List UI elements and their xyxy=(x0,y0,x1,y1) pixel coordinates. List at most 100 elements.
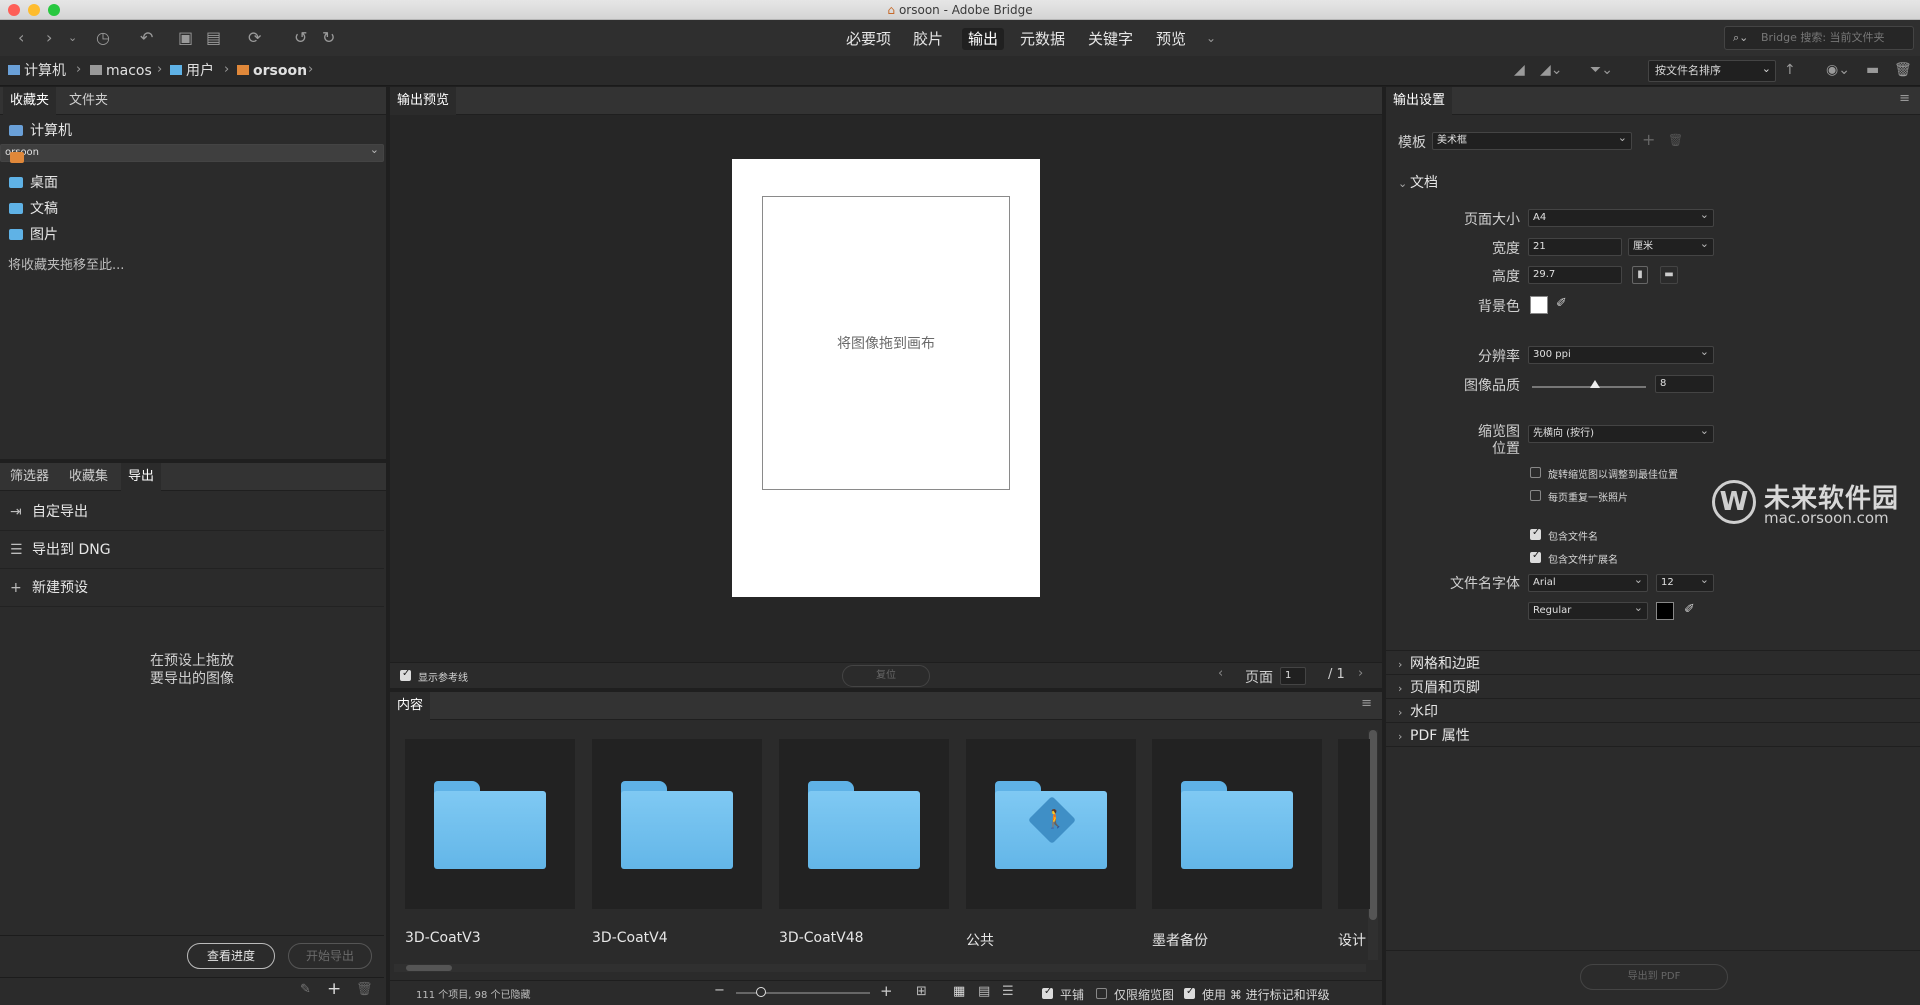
content-scrollbar-thumb[interactable] xyxy=(1369,730,1377,920)
tab-folders[interactable]: 文件夹 xyxy=(62,87,115,115)
font-family-select[interactable]: Arial xyxy=(1528,572,1648,592)
add-icon[interactable]: + xyxy=(327,979,341,999)
grid-lock-icon[interactable]: ⊞ xyxy=(916,984,927,999)
add-template-icon[interactable]: + xyxy=(1642,130,1655,149)
close-window-button[interactable] xyxy=(8,4,20,16)
thumbs-only-checkbox[interactable] xyxy=(1096,988,1107,999)
edit-icon[interactable]: ✎ xyxy=(300,982,311,997)
landscape-orientation-icon[interactable]: ▬ xyxy=(1660,266,1678,284)
thumbnail-view-icon[interactable]: ▦ xyxy=(953,984,965,999)
favorite-desktop[interactable]: 桌面 xyxy=(0,170,384,196)
favorite-pictures[interactable]: 图片 xyxy=(0,222,384,248)
workspace-tab-keywords[interactable]: 关键字 xyxy=(1082,28,1139,50)
export-item-dng[interactable]: ☰ 导出到 DNG xyxy=(0,531,384,569)
page-size-select[interactable]: A4 xyxy=(1528,207,1714,227)
crumb-users[interactable]: 用户 xyxy=(170,62,214,80)
zoom-out-icon[interactable]: − xyxy=(714,983,725,998)
export-item-new-preset[interactable]: + 新建预设 xyxy=(0,569,384,607)
trash-icon[interactable]: 🗑 xyxy=(1894,60,1912,80)
tile-checkbox[interactable] xyxy=(1042,986,1053,999)
height-input[interactable]: 29.7 xyxy=(1528,266,1622,284)
sync-icon[interactable]: ⟳ xyxy=(248,28,261,48)
sort-direction-icon[interactable]: ↑ xyxy=(1784,60,1796,80)
image-quality-slider-handle[interactable] xyxy=(1589,380,1600,388)
section-grid-margins[interactable]: › 网格和边距 xyxy=(1398,653,1480,673)
next-page-icon[interactable]: › xyxy=(1358,666,1363,681)
panel-menu-icon[interactable]: ≡ xyxy=(1361,696,1372,711)
new-folder-icon[interactable]: ▬ xyxy=(1866,60,1879,80)
recent-icon[interactable]: ◷ xyxy=(96,28,110,48)
background-color-swatch[interactable] xyxy=(1530,296,1548,314)
crumb-orsoon[interactable]: orsoon xyxy=(237,62,307,80)
camera-icon[interactable]: ▣ xyxy=(178,28,193,48)
workspace-menu-chevron-icon[interactable]: ⌄ xyxy=(1206,28,1216,48)
image-quality-slider[interactable] xyxy=(1532,380,1646,388)
resolution-select[interactable]: 300 ppi xyxy=(1528,344,1714,364)
zoom-in-icon[interactable]: + xyxy=(880,982,893,1000)
repeat-photo-checkbox[interactable] xyxy=(1530,490,1541,501)
thumbnail-size-slider[interactable] xyxy=(736,987,870,997)
tab-favorites[interactable]: 收藏夹 xyxy=(3,87,57,115)
rating-filter-icon[interactable]: ◢⌄ xyxy=(1540,60,1563,80)
favorite-orsoon[interactable]: orsoon xyxy=(0,142,384,163)
open-recent-icon[interactable]: ◉⌄ xyxy=(1826,60,1850,80)
tab-collections[interactable]: 收藏集 xyxy=(62,463,115,491)
favorite-computer[interactable]: 计算机 xyxy=(0,118,384,144)
section-watermark[interactable]: › 水印 xyxy=(1398,701,1438,721)
content-item-design[interactable] xyxy=(1338,739,1370,909)
start-export-button[interactable]: 开始导出 xyxy=(288,943,372,969)
sort-select[interactable]: 按文件名排序 ⌄ xyxy=(1648,60,1776,82)
preview-canvas[interactable]: 将图像拖到画布 xyxy=(732,159,1040,597)
back-icon[interactable]: ‹ xyxy=(18,28,24,48)
section-document[interactable]: ⌄ 文档 xyxy=(1398,172,1438,192)
width-input[interactable]: 21 xyxy=(1528,238,1622,256)
chevron-down-icon[interactable]: ⌄ xyxy=(68,28,77,48)
show-guides-checkbox[interactable] xyxy=(400,668,411,681)
crumb-macos[interactable]: macos xyxy=(90,62,152,80)
eyedropper-icon[interactable]: ✐ xyxy=(1684,602,1695,617)
reset-button[interactable]: 复位 xyxy=(842,665,930,687)
list-view-icon[interactable]: ☰ xyxy=(1002,984,1014,999)
rotate-left-icon[interactable]: ↺ xyxy=(294,28,307,48)
tab-filters[interactable]: 筛选器 xyxy=(3,463,56,491)
details-view-icon[interactable]: ▤ xyxy=(978,984,990,999)
workspace-tab-preview[interactable]: 预览 xyxy=(1150,28,1192,50)
include-filename-checkbox[interactable] xyxy=(1530,527,1541,540)
zoom-window-button[interactable] xyxy=(48,4,60,16)
thumbnail-size-handle[interactable] xyxy=(756,987,766,997)
use-cmd-checkbox[interactable] xyxy=(1184,986,1195,999)
workspace-tab-output[interactable]: 输出 xyxy=(962,28,1005,50)
panel-menu-icon[interactable]: ≡ xyxy=(1899,91,1910,106)
content-item-3dcoatv3[interactable] xyxy=(405,739,575,909)
previous-page-icon[interactable]: ‹ xyxy=(1218,666,1223,681)
image-quality-input[interactable]: 8 xyxy=(1655,375,1714,393)
tab-export[interactable]: 导出 xyxy=(121,463,162,491)
export-item-custom[interactable]: ⇥ 自定导出 xyxy=(0,493,384,531)
content-item-backup[interactable] xyxy=(1152,739,1322,909)
content-item-public[interactable]: 🚶 xyxy=(966,739,1136,909)
include-extension-checkbox[interactable] xyxy=(1530,550,1541,563)
content-hscrollbar[interactable] xyxy=(394,964,1366,972)
rotate-fit-checkbox[interactable] xyxy=(1530,467,1541,478)
workspace-tab-essentials[interactable]: 必要项 xyxy=(840,28,897,50)
workspace-tab-metadata[interactable]: 元数据 xyxy=(1014,28,1071,50)
delete-template-icon[interactable]: 🗑 xyxy=(1668,133,1683,147)
section-pdf-properties[interactable]: › PDF 属性 xyxy=(1398,725,1470,745)
quality-icon[interactable]: ◢ xyxy=(1514,60,1525,80)
font-color-swatch[interactable] xyxy=(1656,602,1674,620)
filter-icon[interactable]: ⏷⌄ xyxy=(1590,60,1613,80)
unit-select[interactable]: 厘米 xyxy=(1628,236,1714,256)
template-select[interactable]: 美术框 xyxy=(1432,130,1632,150)
crumb-computer[interactable]: 计算机 xyxy=(8,62,66,80)
boomerang-icon[interactable]: ↶ xyxy=(140,28,153,48)
font-size-select[interactable]: 12 xyxy=(1656,572,1714,592)
workspace-tab-filmstrip[interactable]: 胶片 xyxy=(907,28,949,50)
view-progress-button[interactable]: 查看进度 xyxy=(187,943,275,969)
delete-icon[interactable]: 🗑 xyxy=(356,982,373,997)
content-item-3dcoatv48[interactable] xyxy=(779,739,949,909)
thumbnail-position-select[interactable]: 先横向 (按行) xyxy=(1528,423,1714,443)
forward-icon[interactable]: › xyxy=(46,28,52,48)
minimize-window-button[interactable] xyxy=(28,4,40,16)
font-style-select[interactable]: Regular xyxy=(1528,600,1648,620)
content-item-3dcoatv4[interactable] xyxy=(592,739,762,909)
